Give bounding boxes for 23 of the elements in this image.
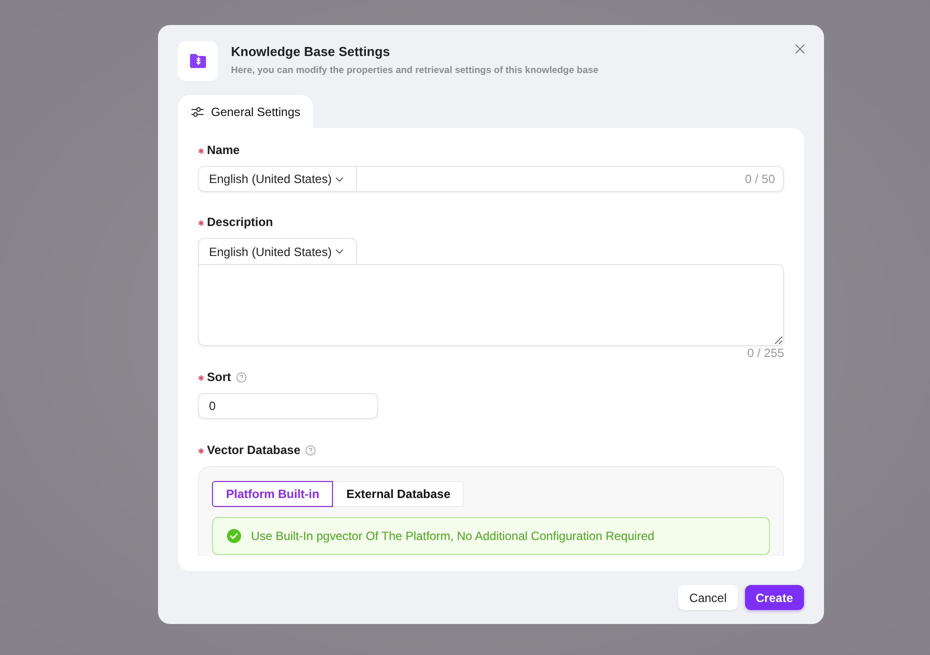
field-label: Vector Database — [207, 442, 300, 458]
character-counter: 0 / 255 — [747, 346, 784, 360]
dialog-title: Knowledge Base Settings — [231, 44, 391, 60]
character-counter: 0 / 50 — [744, 171, 775, 188]
cancel-button[interactable]: Cancel — [678, 585, 738, 610]
check-circle-icon — [227, 529, 241, 543]
create-button[interactable]: Create — [744, 585, 804, 610]
segment-option[interactable]: External Database — [333, 481, 464, 507]
field-label: Name — [207, 142, 240, 158]
help-icon[interactable] — [236, 372, 247, 382]
language-select[interactable]: English (United States) — [198, 238, 357, 264]
field-label: Description — [207, 214, 274, 230]
folder-icon — [189, 52, 207, 70]
field-label: Sort — [207, 369, 231, 385]
segment-option[interactable]: Platform Built-in — [212, 481, 334, 507]
alert-message: Use Built-In pgvector Of The Platform, No Additional Configuration Required — [251, 528, 654, 545]
language-select[interactable]: English (United States) — [198, 166, 357, 192]
tab[interactable]: General Settings — [178, 95, 314, 128]
textarea-field[interactable] — [198, 264, 784, 346]
dialog-subtitle: Here, you can modify the properties and retrieval settings of this knowledge base — [231, 65, 600, 77]
help-icon[interactable] — [305, 444, 316, 456]
number-input[interactable]: 0 — [198, 393, 378, 419]
sliders-icon — [191, 106, 204, 118]
